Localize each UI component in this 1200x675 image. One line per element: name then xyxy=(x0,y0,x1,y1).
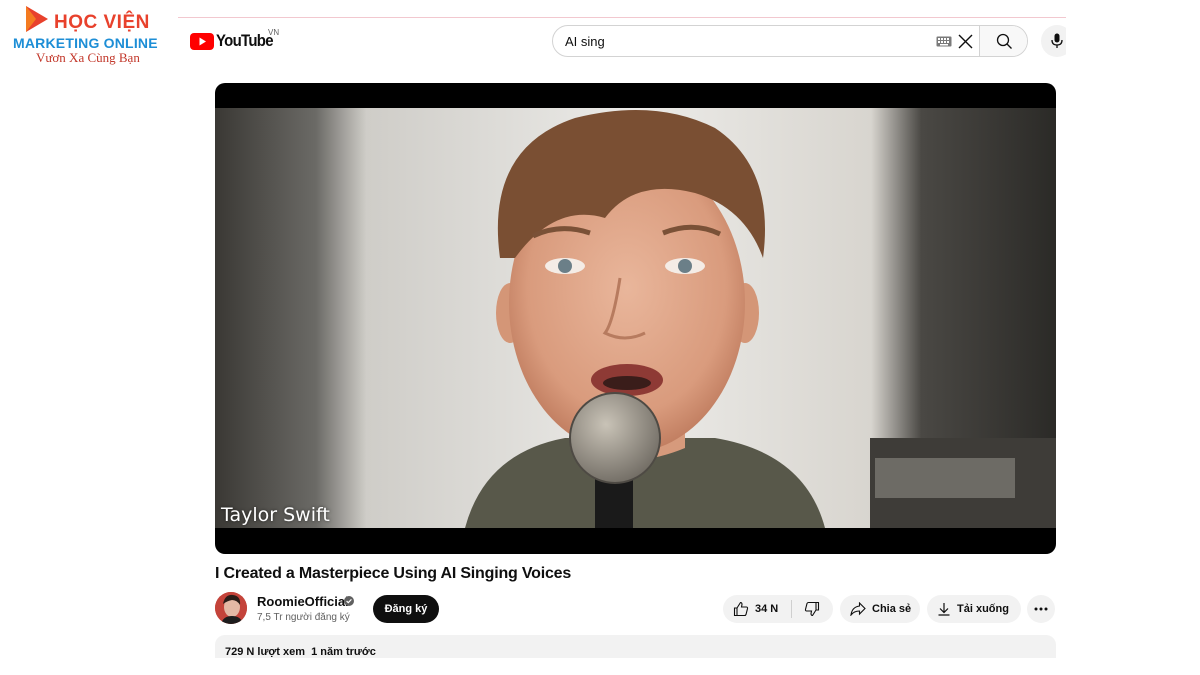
publish-date: 1 năm trước xyxy=(311,646,376,658)
more-actions-button[interactable] xyxy=(1027,595,1055,623)
share-icon xyxy=(850,602,866,616)
youtube-wordmark: YouTube xyxy=(216,31,274,50)
dislike-button[interactable] xyxy=(792,595,832,623)
video-caption: Taylor Swift xyxy=(221,504,330,526)
search-box xyxy=(552,25,1028,57)
like-count: 34 N xyxy=(755,603,779,615)
share-label: Chia sẻ xyxy=(872,603,912,615)
share-button[interactable]: Chia sẻ xyxy=(840,595,920,623)
brand-name: HỌC VIỆN xyxy=(54,12,150,33)
avatar-image xyxy=(215,592,247,624)
more-icon xyxy=(1034,607,1048,611)
thumbs-down-icon xyxy=(804,601,820,617)
youtube-play-icon xyxy=(190,32,214,50)
right-crop xyxy=(1066,0,1200,675)
top-divider xyxy=(178,17,1066,18)
region-code: VN xyxy=(268,28,280,37)
brand-logo: HỌC VIỆN MARKETING ONLINE Vươn Xa Cùng B… xyxy=(10,4,160,65)
mic-icon xyxy=(1051,33,1063,48)
download-button[interactable]: Tải xuống xyxy=(927,595,1021,623)
keyboard-icon[interactable] xyxy=(936,36,952,47)
channel-avatar[interactable] xyxy=(215,592,247,624)
like-dislike-group: 34 N xyxy=(723,595,833,623)
view-count: 729 N lượt xem xyxy=(225,646,305,658)
brand-subtitle: MARKETING ONLINE xyxy=(13,35,158,51)
download-label: Tải xuống xyxy=(957,603,1009,615)
play-logo-icon xyxy=(26,6,48,32)
search-icon xyxy=(996,33,1012,49)
youtube-logo[interactable]: YouTube VN xyxy=(190,28,281,51)
clear-icon[interactable] xyxy=(957,33,974,50)
video-frame xyxy=(215,108,1056,528)
bottom-crop xyxy=(0,658,1200,675)
video-title: I Created a Masterpiece Using AI Singing… xyxy=(215,565,572,582)
video-player[interactable]: Taylor Swift xyxy=(215,83,1056,554)
download-icon xyxy=(938,603,950,616)
subscribe-button[interactable]: Đăng ký xyxy=(373,595,439,623)
search-button[interactable] xyxy=(979,26,1027,56)
subscriber-count: 7,5 Tr người đăng ký xyxy=(257,612,350,623)
video-meta: 729 N lượt xem 1 năm trước xyxy=(225,646,376,658)
brand-slogan: Vươn Xa Cùng Bạn xyxy=(36,50,140,65)
channel-name[interactable]: RoomieOfficial xyxy=(257,594,349,609)
thumbs-up-icon xyxy=(733,601,749,617)
verified-icon xyxy=(344,596,354,606)
video-thumbnail-image xyxy=(215,108,1056,528)
search-input[interactable] xyxy=(565,32,925,50)
like-button[interactable]: 34 N xyxy=(723,595,791,623)
